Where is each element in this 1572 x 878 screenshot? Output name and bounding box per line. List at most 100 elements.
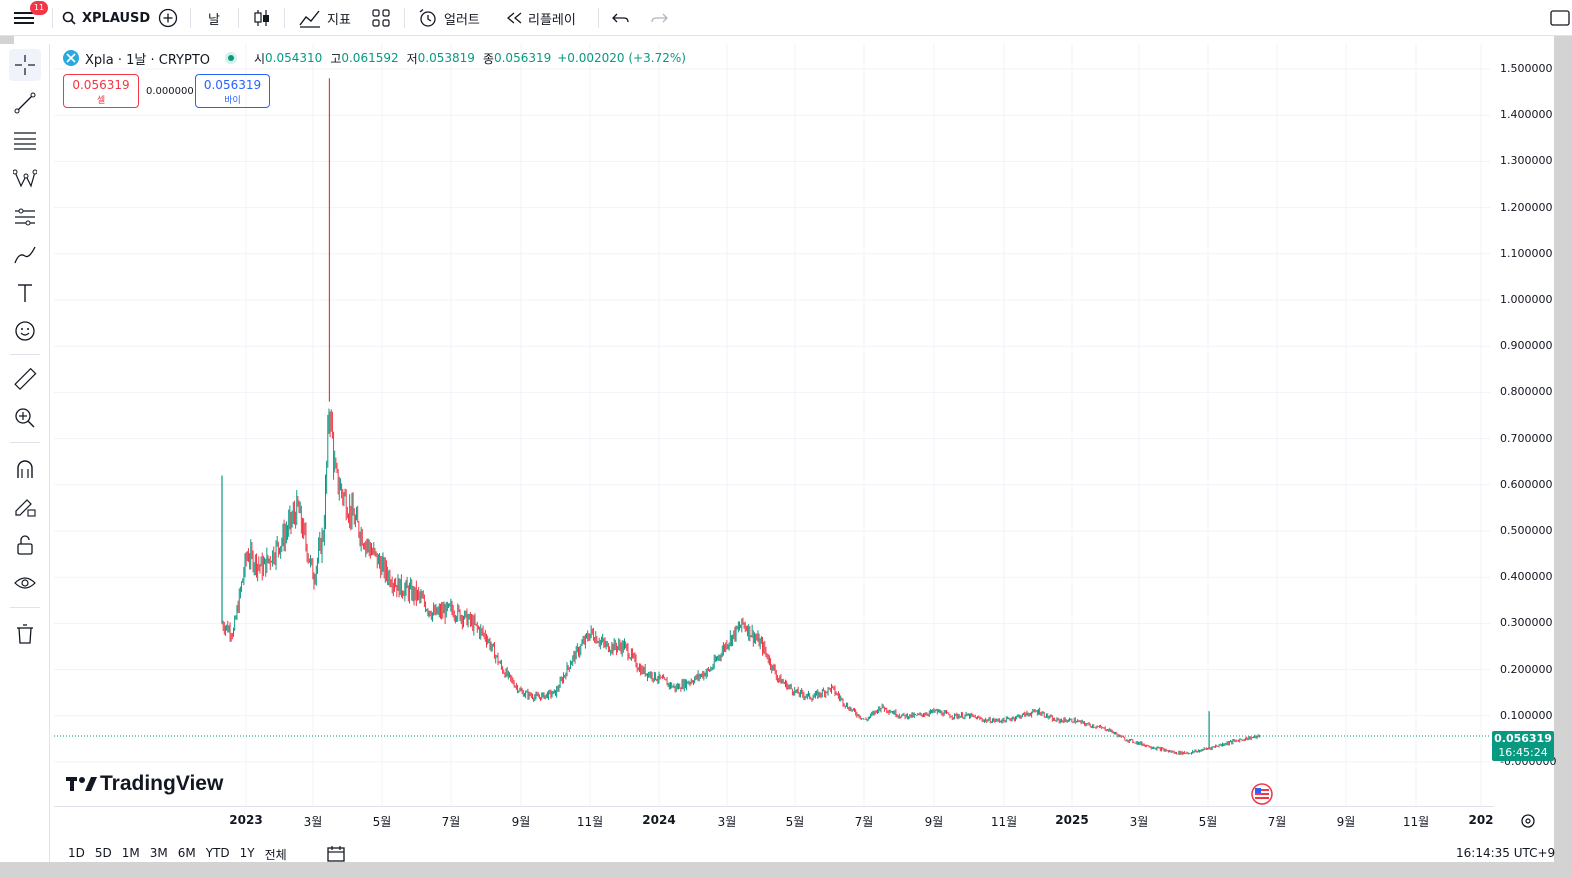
pencil-lock-icon [15,499,36,517]
tv-logo-icon [66,777,97,791]
text-tool[interactable] [9,277,41,309]
emoji-tool[interactable] [9,315,41,347]
low-value: 0.053819 [417,51,475,65]
current-price-value: 0.056319 [1494,732,1552,745]
range-button[interactable]: 1D [68,846,85,863]
pattern-icon [13,169,37,188]
trendline-tool[interactable] [9,87,41,119]
time-tick-label: 3월 [717,815,737,829]
settings-gear-icon[interactable] [1519,812,1537,830]
brush-tool[interactable] [9,239,41,271]
trendline-icon [14,92,36,114]
interval-label: 날 [208,12,220,28]
redo-button[interactable] [650,0,668,36]
close-value: 0.056319 [493,51,552,65]
symbol-search-button[interactable]: XPLAUSD [62,0,150,36]
us-flag-event-icon[interactable] [1250,782,1274,806]
horizontal-lines-icon [14,132,36,150]
change-value: +0.002020 (+3.72%) [557,51,686,65]
window-icon [1550,10,1570,26]
buy-button[interactable]: 0.056319 바이 [195,74,270,108]
time-tick-label: 7월 [854,815,874,829]
logo-text: TradingView [100,772,224,795]
layout-button[interactable] [1550,0,1570,36]
time-tick-label: 9월 [1336,815,1356,829]
time-tick-label: 2023 [229,813,263,827]
range-button[interactable]: 3M [150,846,168,863]
buy-price: 0.056319 [203,78,262,92]
undo-button[interactable] [612,0,630,36]
lock-drawing-tool[interactable] [9,491,41,523]
price-chart[interactable] [54,44,1490,806]
eye-icon [14,577,36,589]
sell-button[interactable]: 0.056319 셀 [63,74,139,108]
open-value: 0.054310 [265,51,323,65]
crosshair-tool[interactable] [9,49,41,81]
lock-tool[interactable] [9,529,41,561]
indicators-icon [299,10,320,28]
time-tick-label: 9월 [924,815,944,829]
remove-drawings-tool[interactable] [9,618,41,650]
ruler-icon [14,368,37,391]
symbol-legend: Xpla · 1날 · CRYPTO 시 0.054310 고 0.061592 저… [62,48,686,68]
range-button[interactable]: 5D [95,846,112,863]
time-tick-label: 11월 [990,815,1018,829]
trash-icon [17,624,33,644]
price-tick-label: 0.700000 [1500,431,1553,445]
grid-icon [372,9,390,27]
compare-button[interactable] [158,0,178,36]
hide-tool[interactable] [9,567,41,599]
replay-button[interactable]: 리플레이 [506,0,576,36]
interval-button[interactable]: 날 [208,0,220,36]
text-icon [18,284,32,302]
range-button[interactable]: 1M [122,846,140,863]
spread-value: 0.000000 [146,86,194,97]
range-button[interactable]: 전체 [265,846,287,863]
tradingview-logo: TradingView [66,772,223,796]
add-circle-icon [158,8,178,28]
time-tick-label: 2025 [1055,813,1089,827]
price-axis[interactable]: 1.500000 1.400000 1.300000 1.200000 1.100000… [1490,44,1558,834]
price-tick-label: 1.000000 [1500,293,1553,306]
open-label: 시 [254,51,266,66]
alert-button[interactable]: 얼러트 [418,0,480,36]
chart-type-button[interactable] [253,0,271,36]
range-button[interactable]: 1Y [240,846,255,863]
high-label: 고 [330,51,342,66]
xpla-logo-icon [63,50,79,66]
high-value: 0.061592 [341,51,399,65]
unlock-icon [17,535,33,555]
pattern-tool[interactable] [9,163,41,195]
price-tick-label: 0.800000 [1500,385,1553,399]
templates-button[interactable] [372,0,390,36]
range-button[interactable]: YTD [206,846,230,863]
clock-display[interactable]: 16:14:35 UTC+9 [1456,846,1555,860]
time-tick-label: 9월 [511,815,531,829]
brush-icon [14,246,36,264]
indicators-button[interactable]: 지표 [299,0,351,36]
rewind-icon [506,12,522,24]
forecast-icon [15,208,35,226]
goto-date-icon[interactable] [326,844,346,864]
time-tick-label: 7월 [441,815,461,829]
price-tick-label: 0.900000 [1500,339,1553,353]
time-tick-label: 5월 [1198,815,1218,829]
fib-tool[interactable] [9,125,41,157]
price-tick-label: 0.400000 [1500,570,1553,584]
forecast-tool[interactable] [9,201,41,233]
price-tick-label: 1.400000 [1500,108,1553,122]
zoom-tool[interactable] [9,402,41,434]
time-tick-label: 3월 [303,815,323,829]
sell-label: 셀 [96,96,106,106]
time-tick-label: 5월 [785,815,805,829]
magnet-tool[interactable] [9,453,41,485]
price-tick-label: 0.300000 [1500,616,1553,630]
undo-icon [612,13,629,23]
time-tick-label: 3월 [1129,815,1149,829]
notification-badge: 11 [30,1,48,15]
measure-tool[interactable] [9,364,41,396]
time-axis[interactable]: 2023 3월 5월 7월 9월 11월 2024 3월 5월 7월 9월 11월 2025 3월 5월 7월… [54,806,1494,834]
range-button[interactable]: 6M [178,846,196,863]
zoom-in-icon [15,408,35,428]
smile-icon [15,321,35,341]
